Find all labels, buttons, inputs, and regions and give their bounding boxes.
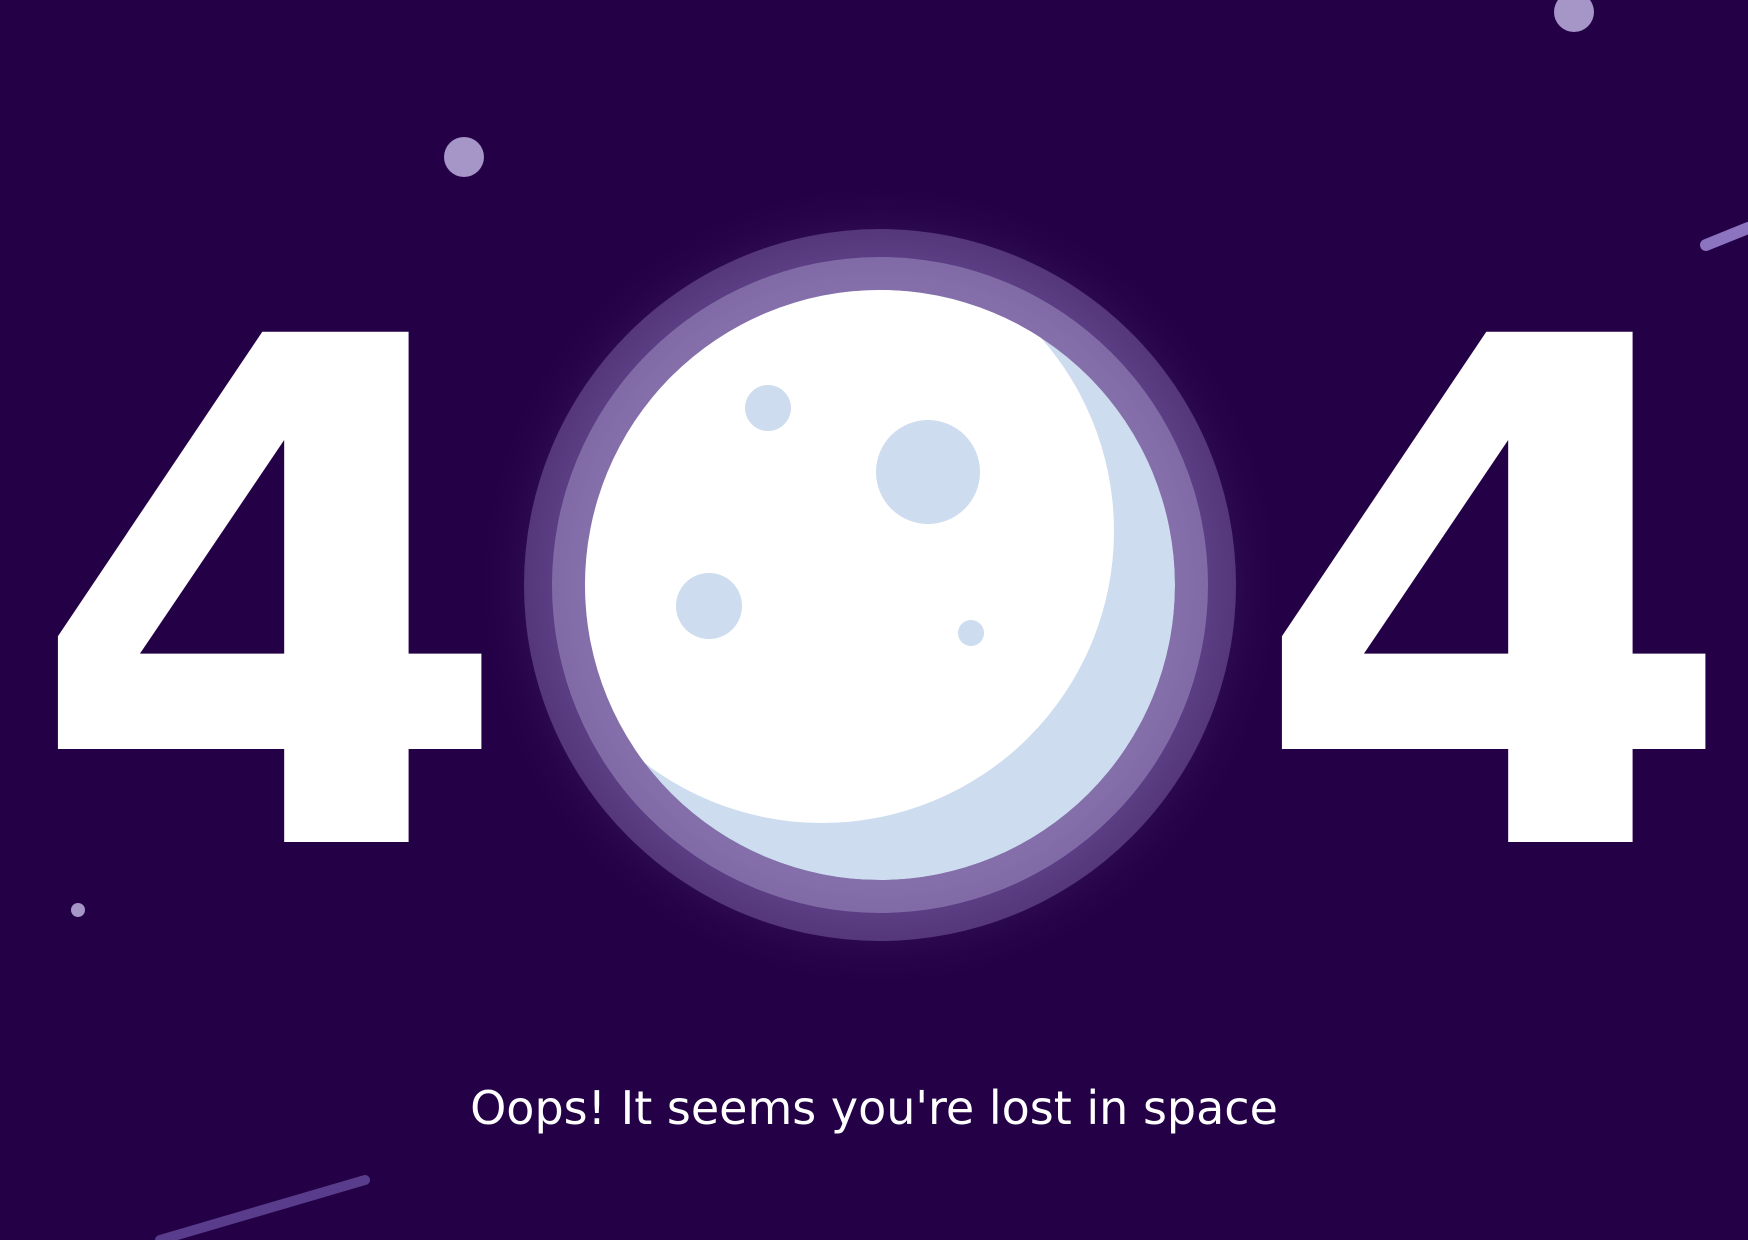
star-icon: [444, 137, 484, 177]
error-404-page: 4 4 Oops! It seems you're lost in space: [0, 0, 1748, 1240]
error-message: Oops! It seems you're lost in space: [470, 1081, 1278, 1135]
error-digit-last: 4: [1250, 193, 1737, 1008]
crater-icon: [958, 620, 984, 646]
error-digit-first: 4: [26, 193, 513, 1008]
crater-icon: [876, 420, 980, 524]
crater-icon: [676, 573, 742, 639]
shooting-star-icon: [155, 1175, 370, 1240]
space-illustration: 4 4: [26, 0, 1748, 1240]
star-icon: [1554, 0, 1594, 32]
crater-icon: [745, 385, 791, 431]
